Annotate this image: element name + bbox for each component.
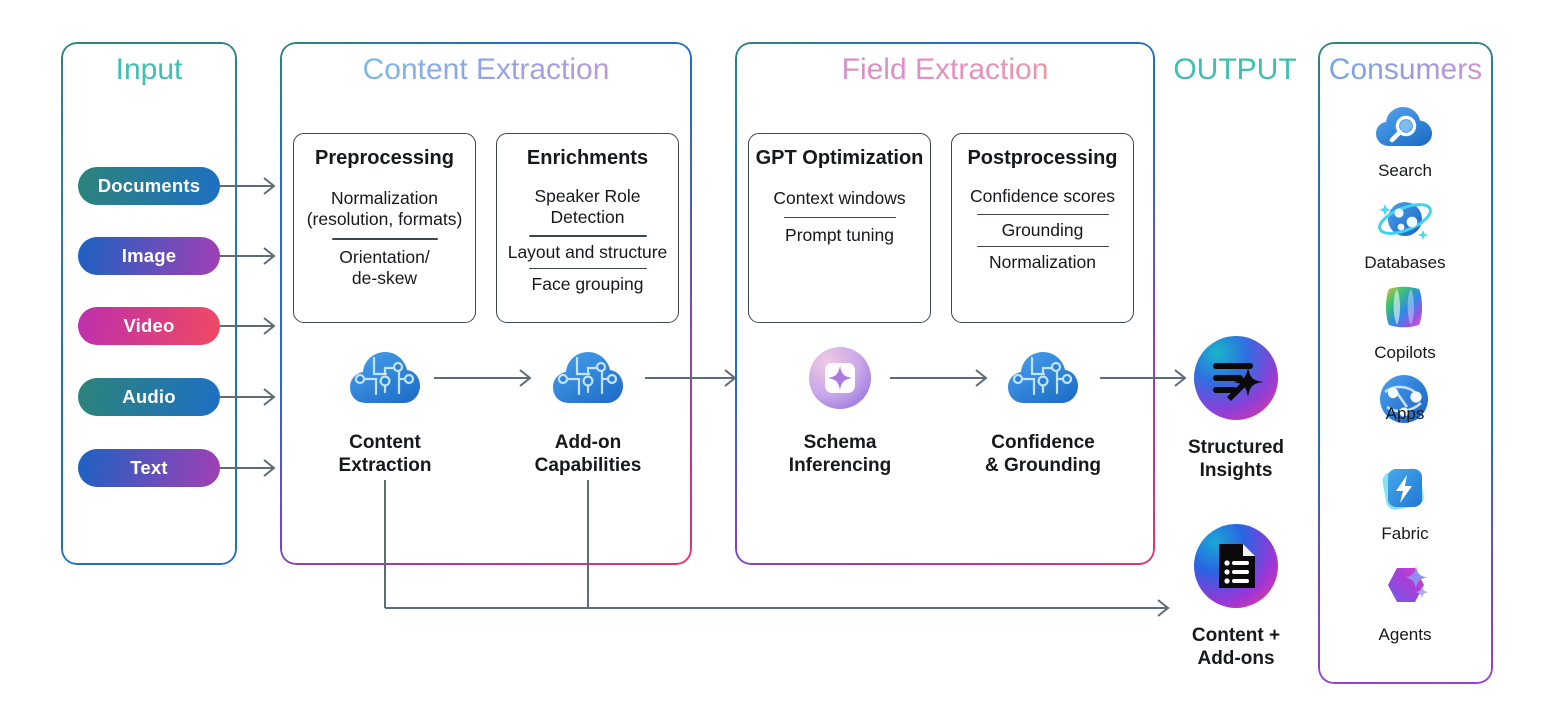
bypass-path-content-addons	[384, 480, 1170, 617]
card-enrichments: Enrichments Speaker Role Detection Layou…	[496, 133, 679, 323]
arrow-schema-to-confidence	[890, 369, 988, 387]
consumer-icon-fabric[interactable]	[1379, 463, 1429, 513]
card-row-text: Face grouping	[531, 274, 644, 295]
card-row: Normalization (resolution, formats)	[307, 188, 463, 229]
node-label-structured-insights: Structured Insights	[1156, 437, 1316, 483]
card-heading: Preprocessing	[315, 147, 454, 169]
card-heading: GPT Optimization	[755, 147, 924, 169]
consumer-label-apps: Apps	[1385, 404, 1425, 423]
consumer-icon-databases[interactable]	[1373, 192, 1435, 244]
node-label-schema-inferencing: Schema Inferencing	[760, 432, 920, 478]
card-row-text: Grounding	[1001, 220, 1084, 241]
node-label-content-addons: Content + Add-ons	[1156, 625, 1316, 671]
input-pill-label: Text	[130, 457, 168, 478]
card-row-text: Prompt tuning	[785, 225, 894, 246]
node-label-text: Add-on Capabilities	[534, 432, 642, 476]
card-row: Normalization	[989, 252, 1096, 273]
card-row-text: Layout and structure	[507, 241, 668, 262]
node-label-text: Schema Inferencing	[788, 432, 892, 476]
node-label-add-on-capabilities: Add-on Capabilities	[508, 432, 668, 478]
card-preprocessing: Preprocessing Normalization (resolution,…	[293, 133, 476, 323]
node-icon-structured-insights[interactable]	[1193, 335, 1279, 421]
card-row: Speaker Role Detection	[534, 186, 640, 227]
field-extraction-title: Field Extraction	[735, 53, 1155, 87]
card-row: Face grouping	[532, 274, 644, 295]
consumer-icon-agents[interactable]	[1377, 564, 1431, 614]
node-icon-confidence-grounding[interactable]	[1007, 348, 1079, 408]
consumer-label-agents: Agents	[1378, 625, 1432, 644]
input-pill-audio[interactable]: Audio	[78, 378, 220, 416]
card-heading: Enrichments	[526, 147, 649, 169]
node-label-text: Content + Add-ons	[1191, 625, 1281, 669]
content-extraction-title: Content Extraction	[280, 53, 692, 87]
input-arrows	[220, 177, 276, 477]
consumer-label-fabric: Fabric	[1381, 524, 1429, 543]
consumer-icon-search[interactable]	[1375, 105, 1435, 149]
card-divider	[528, 235, 647, 237]
arrow-field-to-output	[1100, 369, 1187, 387]
consumers-title: Consumers	[1318, 53, 1493, 87]
input-title: Input	[115, 53, 183, 86]
input-pill-label: Image	[121, 245, 177, 266]
output-title: OUTPUT	[1173, 53, 1297, 86]
card-row: Grounding	[1002, 220, 1084, 241]
input-pill-video[interactable]: Video	[78, 307, 220, 345]
consumer-label-search: Search	[1378, 161, 1432, 180]
node-label-content-extraction: Content Extraction	[305, 432, 465, 478]
card-gpt-optimization: GPT Optimization Context windows Prompt …	[748, 133, 931, 323]
card-heading: Postprocessing	[967, 147, 1118, 169]
card-row: Confidence scores	[970, 186, 1115, 207]
card-postprocessing: Postprocessing Confidence scores Groundi…	[951, 133, 1134, 323]
card-row-text: Speaker Role Detection	[534, 186, 641, 227]
input-pill-image[interactable]: Image	[78, 237, 220, 275]
node-icon-content-extraction[interactable]	[349, 348, 421, 408]
card-row: Orientation/ de-skew	[339, 247, 429, 288]
node-icon-add-on-capabilities[interactable]	[552, 348, 624, 408]
card-row-text: Context windows	[773, 188, 906, 208]
node-label-text: Structured Insights	[1187, 437, 1285, 481]
node-label-confidence-grounding: Confidence & Grounding	[963, 432, 1123, 478]
consumer-label-databases: Databases	[1364, 253, 1446, 272]
card-divider	[783, 216, 896, 219]
card-row-text: Orientation/ de-skew	[339, 246, 430, 288]
card-divider	[331, 238, 438, 240]
input-pill-label: Audio	[122, 386, 176, 407]
input-pill-documents[interactable]: Documents	[78, 167, 220, 205]
card-divider	[976, 245, 1109, 248]
consumer-icon-copilots[interactable]	[1379, 283, 1429, 331]
card-divider	[528, 267, 647, 270]
arrow-content-to-addon	[434, 369, 532, 387]
card-row-text: Normalization	[989, 252, 1096, 273]
card-row-text: Confidence scores	[970, 186, 1115, 206]
arrow-content-to-field	[645, 369, 737, 387]
node-label-text: Confidence & Grounding	[984, 432, 1102, 476]
input-pill-label: Video	[123, 315, 175, 336]
consumer-label-copilots: Copilots	[1374, 343, 1436, 362]
card-row: Layout and structure	[508, 242, 668, 263]
card-row: Prompt tuning	[785, 225, 894, 246]
diagram-root: Input Documents Image Video Audio Text C…	[0, 0, 1548, 710]
input-pill-text[interactable]: Text	[78, 449, 220, 487]
card-row-text: Normalization (resolution, formats)	[306, 188, 463, 229]
node-icon-schema-inferencing[interactable]	[808, 346, 872, 410]
input-pill-label: Documents	[97, 175, 201, 196]
card-row: Context windows	[773, 188, 905, 209]
node-icon-content-addons[interactable]	[1193, 523, 1279, 609]
node-label-text: Content Extraction	[338, 432, 432, 476]
card-divider	[976, 213, 1109, 216]
